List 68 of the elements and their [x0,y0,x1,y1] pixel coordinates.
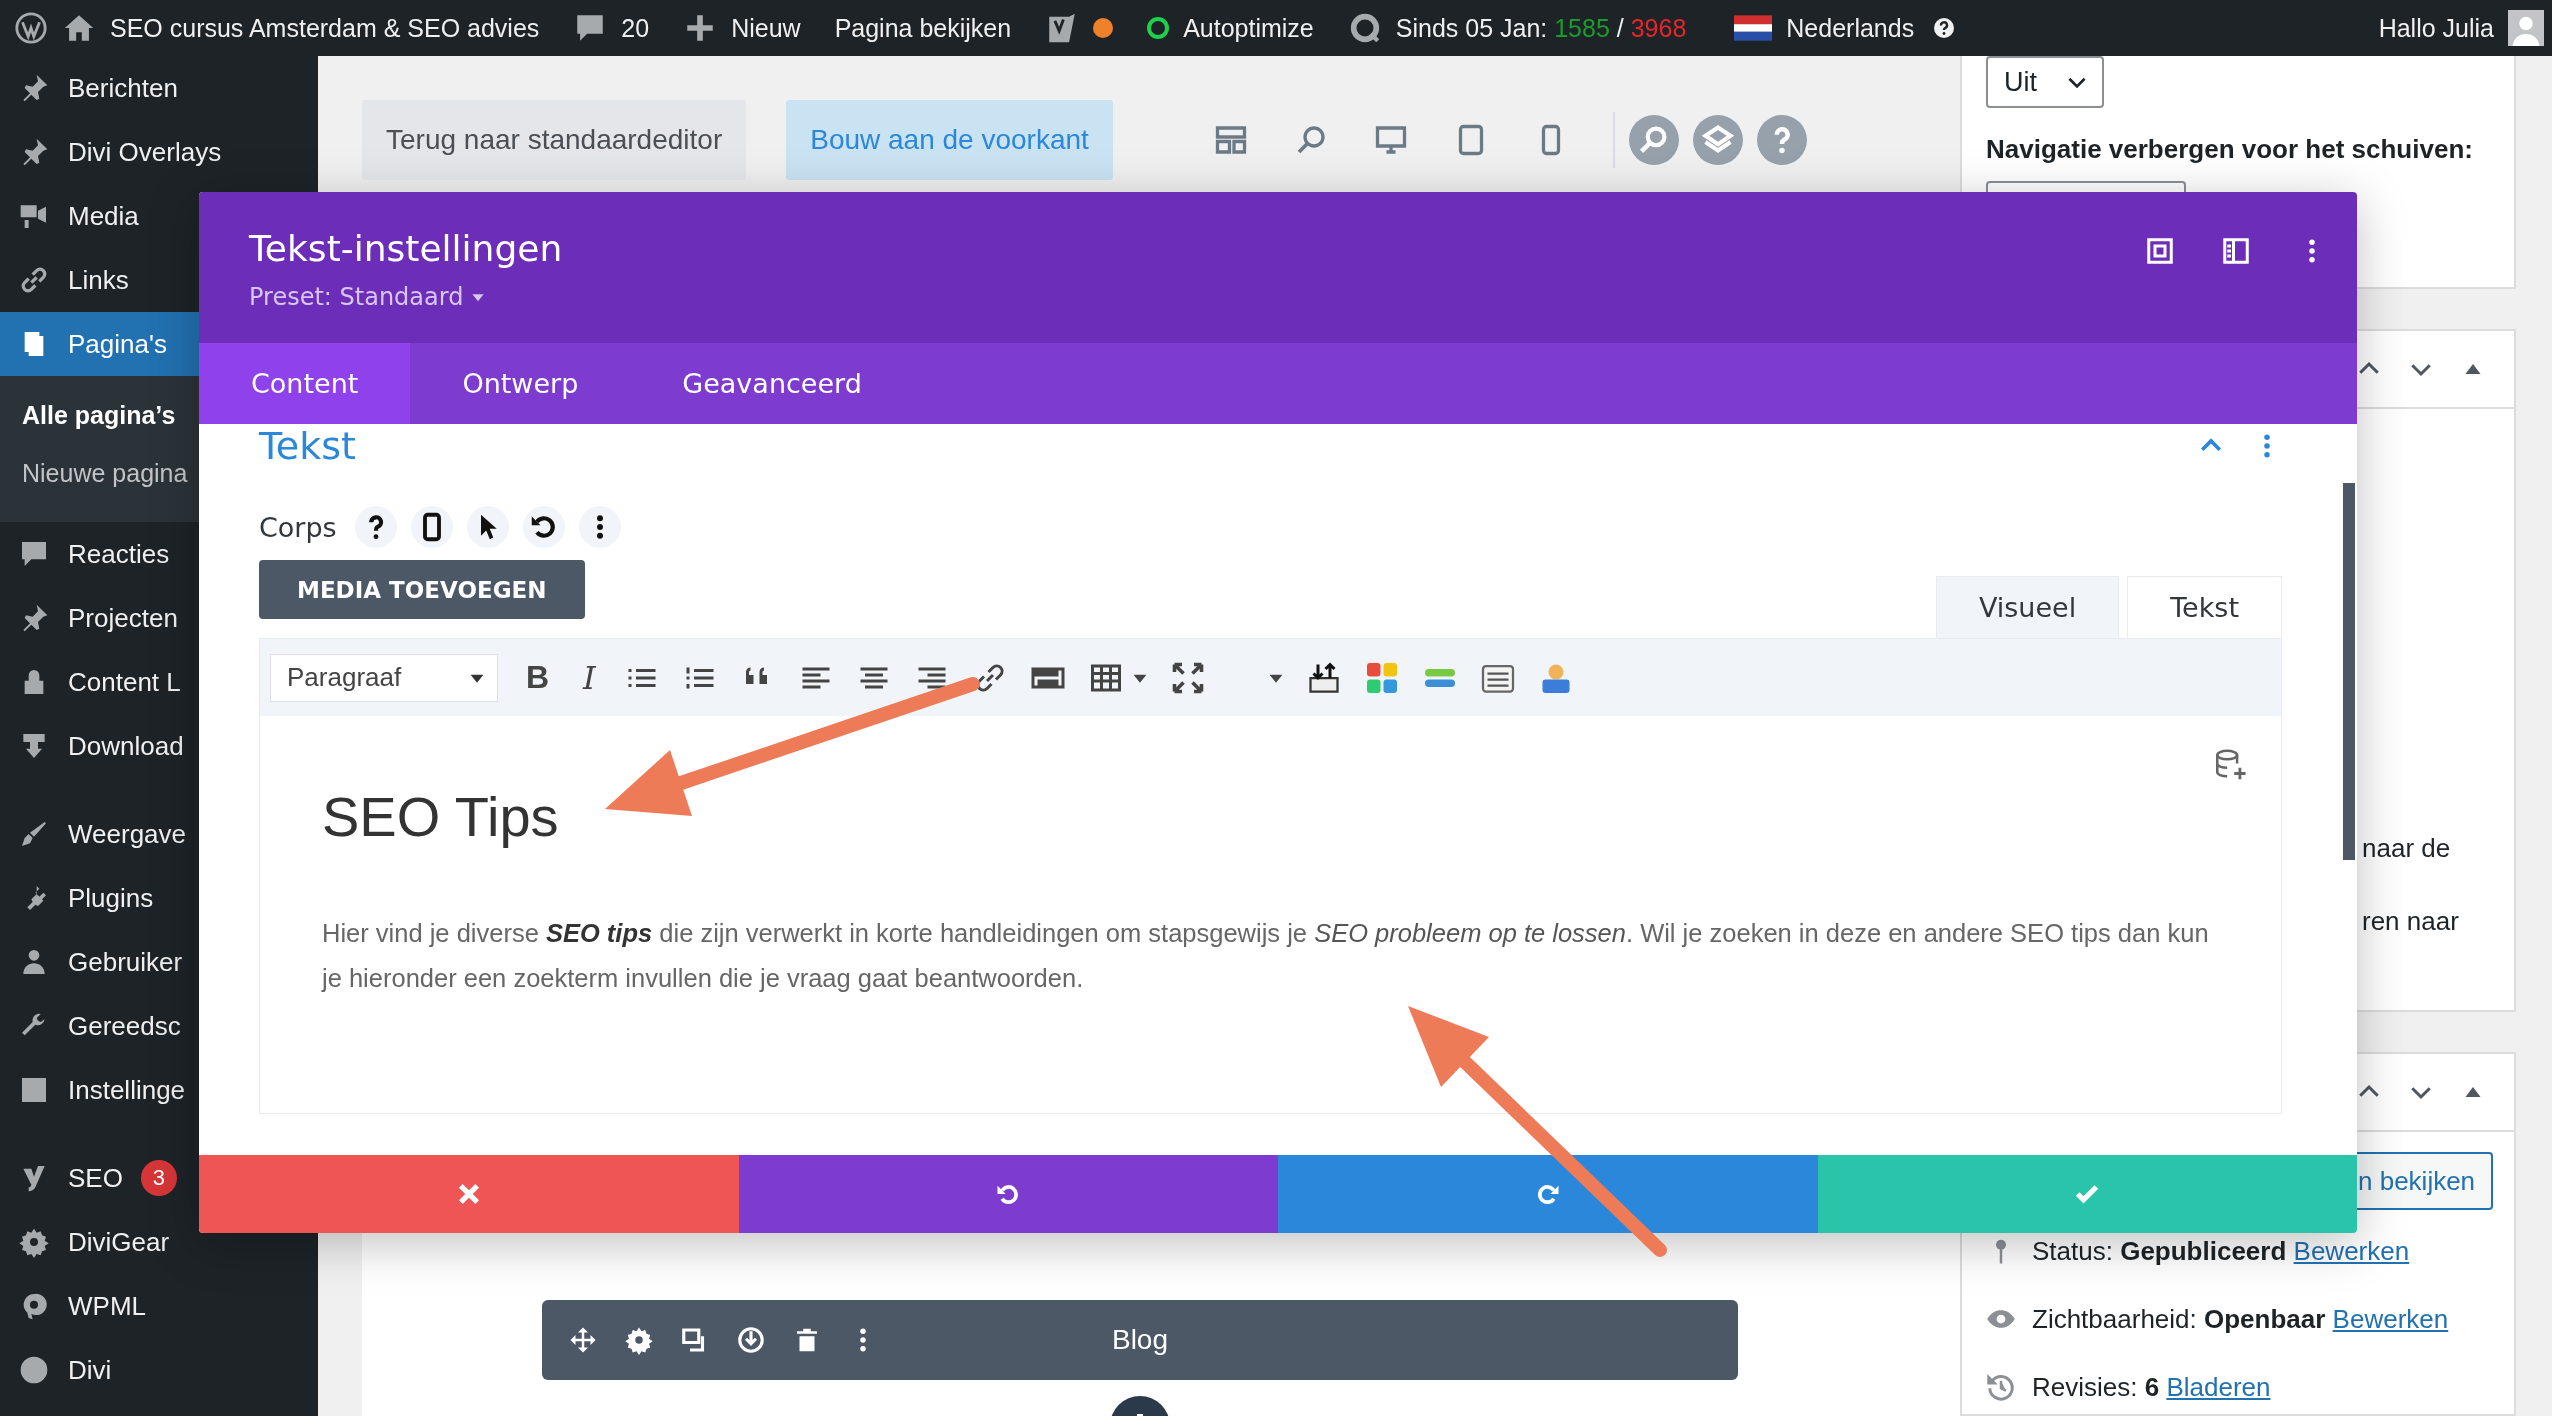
settings-tab[interactable]: Content [199,343,411,424]
history-icon [1986,1372,2016,1402]
preset-dropdown[interactable]: Preset: Standaard [249,283,563,311]
format-button[interactable]: B [520,659,556,696]
editor-tab[interactable]: Tekst [2127,576,2282,638]
edit-link[interactable]: Bewerken [2293,1235,2410,1266]
section-title[interactable]: Tekst [259,424,356,468]
gear-icon [18,1226,50,1258]
sidebar-item[interactable]: Plugins [0,866,318,930]
language-switcher[interactable]: Nederlands [1786,13,1915,43]
sidebar-item[interactable]: Gereedsc [0,994,318,1058]
new-menu-link[interactable]: Nieuw [731,13,801,43]
content-paragraph: Hier vind je diverse SEO tips die zijn verwerkt in korte handleidingen om stapsgewijs je SEO probleem op te lossen. Wil je zoeken in deze en andere SEO tips dan kun je hieronder een zoekterm invullen die je vraag gaat beantwoorden. [322,918,2210,994]
help-icon[interactable] [354,506,397,548]
module-bar[interactable]: Blog [542,1300,1738,1380]
edit-link[interactable]: Bewerken [2332,1303,2449,1334]
settings-tab[interactable]: Geavanceerd [630,343,914,424]
move-icon[interactable] [568,1325,598,1355]
layers-icon[interactable] [1692,115,1743,165]
sidebar-item[interactable]: WPML [0,1274,318,1338]
panel-text: ren naar [2362,906,2460,937]
site-name-link[interactable]: SEO cursus Amsterdam & SEO advies [110,13,540,43]
sidebar-item[interactable]: Divi [0,1338,318,1402]
status-line: Zichtbaarheid: Openbaar Bewerken [2032,1303,2449,1335]
cursor-icon[interactable] [466,506,509,548]
add-media-button[interactable]: MEDIA TOEVOEGEN [259,560,585,619]
select-field[interactable]: Uit [1986,56,2104,108]
undo-icon[interactable] [522,506,565,548]
expand-icon[interactable] [2145,236,2175,266]
sidebar-item[interactable]: Gebruiker [0,930,318,994]
stats-text[interactable]: Sinds 05 Jan: 1585 / 3968 [1395,13,1687,43]
greeting-link[interactable]: Hallo Julia [2378,13,2494,43]
status-dot [1093,18,1114,38]
status-line: Revisies: 6 Bladeren [2032,1371,2271,1403]
sidebar-item[interactable]: Berichten [0,56,318,120]
sidebar-item[interactable]: Instellinge [0,1058,318,1122]
sidebar-item[interactable]: Download [0,714,318,778]
status-line: Status: Gepubliceerd Bewerken [2032,1235,2410,1267]
comment-count[interactable]: 20 [621,13,650,43]
search-icon[interactable] [1628,115,1679,165]
sidebar-item[interactable]: Divi Overlays [0,120,318,184]
panel-text: naar de [2362,833,2452,864]
scrollbar[interactable] [2343,483,2355,860]
format-button[interactable]: I [577,658,602,697]
database-add-icon[interactable] [2213,748,2247,782]
phone-icon[interactable] [410,506,453,548]
format-select[interactable]: Paragraaf [270,653,498,702]
sidebar-item[interactable]: DiviGear [0,1210,318,1274]
gear-icon[interactable] [624,1325,654,1355]
field-label: Corps [259,511,337,543]
count-badge: 3 [140,1160,177,1196]
autoptimize-link[interactable]: Autoptimize [1183,13,1314,43]
edit-link[interactable]: Bladeren [2166,1371,2271,1402]
status-ring-icon [1147,17,1170,39]
split-view-icon[interactable] [2221,236,2251,266]
view-page-link[interactable]: Pagina bekijken [834,13,1012,43]
sidebar-item[interactable]: SEO 3 [0,1146,318,1210]
field-label: Navigatie verbergen voor het schuiven: [1986,134,2474,165]
flag-icon[interactable] [1734,15,1773,41]
sidebar-item[interactable]: Weergave [0,802,318,866]
editor-tab[interactable]: Visueel [1935,576,2120,638]
settings-tab[interactable]: Ontwerp [410,343,631,424]
save-icon[interactable] [736,1325,766,1355]
more-icon[interactable] [578,506,621,548]
modal-title: Tekst-instellingen [249,228,563,269]
editor-mode-button[interactable]: Terug naar standaardeditor [362,100,747,180]
content-heading: SEO Tips [322,784,560,849]
help-icon[interactable] [1932,16,1957,40]
